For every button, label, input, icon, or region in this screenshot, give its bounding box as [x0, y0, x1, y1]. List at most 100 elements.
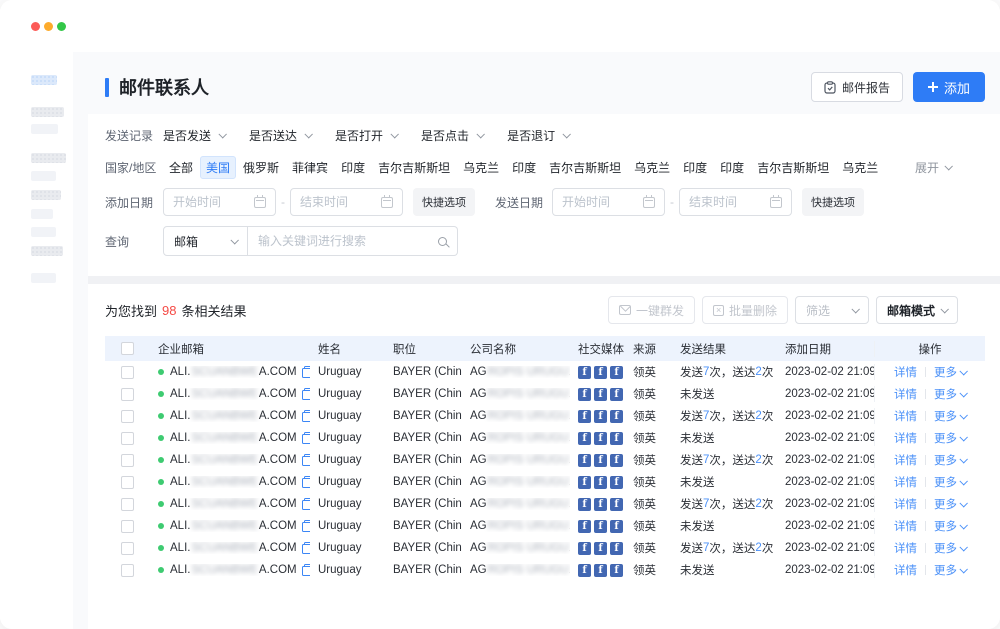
facebook-icon[interactable]: f: [594, 498, 607, 511]
send-date-end-input[interactable]: [689, 195, 764, 209]
region-chip[interactable]: 美国: [200, 156, 236, 179]
facebook-icon[interactable]: f: [578, 454, 591, 467]
more-link[interactable]: 更多: [934, 518, 966, 534]
detail-link[interactable]: 详情: [894, 562, 917, 578]
facebook-icon[interactable]: f: [578, 542, 591, 555]
region-chip[interactable]: 吉尔吉斯斯坦: [751, 156, 835, 179]
send-date-start-input[interactable]: [562, 195, 637, 209]
region-chip[interactable]: 菲律宾: [286, 156, 334, 179]
add-date-end-input[interactable]: [300, 195, 375, 209]
region-chip[interactable]: 印度: [335, 156, 371, 179]
facebook-icon[interactable]: f: [594, 410, 607, 423]
send-filter-dropdown[interactable]: 是否退订: [507, 127, 569, 144]
facebook-icon[interactable]: f: [610, 388, 623, 401]
facebook-icon[interactable]: f: [594, 432, 607, 445]
mail-report-button[interactable]: 邮件报告: [811, 72, 903, 102]
facebook-icon[interactable]: f: [578, 388, 591, 401]
send-filter-dropdown[interactable]: 是否发送: [163, 127, 225, 144]
more-link[interactable]: 更多: [934, 562, 966, 578]
bulk-delete-button[interactable]: × 批量删除: [702, 296, 788, 324]
facebook-icon[interactable]: f: [594, 564, 607, 577]
facebook-icon[interactable]: f: [578, 520, 591, 533]
search-icon[interactable]: [438, 237, 447, 246]
facebook-icon[interactable]: f: [610, 498, 623, 511]
row-checkbox[interactable]: [121, 432, 134, 445]
more-link[interactable]: 更多: [934, 364, 966, 380]
copy-email-icon[interactable]: [302, 388, 310, 400]
facebook-icon[interactable]: f: [594, 366, 607, 379]
detail-link[interactable]: 详情: [894, 540, 917, 556]
facebook-icon[interactable]: f: [578, 498, 591, 511]
detail-link[interactable]: 详情: [894, 496, 917, 512]
facebook-icon[interactable]: f: [610, 542, 623, 555]
facebook-icon[interactable]: f: [610, 520, 623, 533]
row-checkbox[interactable]: [121, 542, 134, 555]
select-all-checkbox[interactable]: [121, 342, 134, 355]
row-checkbox[interactable]: [121, 366, 134, 379]
row-checkbox[interactable]: [121, 388, 134, 401]
copy-email-icon[interactable]: [302, 498, 310, 510]
close-window-icon[interactable]: [31, 22, 40, 31]
facebook-icon[interactable]: f: [610, 476, 623, 489]
facebook-icon[interactable]: f: [578, 432, 591, 445]
facebook-icon[interactable]: f: [594, 388, 607, 401]
copy-email-icon[interactable]: [302, 542, 310, 554]
more-link[interactable]: 更多: [934, 408, 966, 424]
add-contact-button[interactable]: 添加: [913, 72, 985, 102]
send-filter-dropdown[interactable]: 是否点击: [421, 127, 483, 144]
row-checkbox[interactable]: [121, 476, 134, 489]
search-input[interactable]: [258, 234, 432, 248]
facebook-icon[interactable]: f: [594, 520, 607, 533]
send-date-quick-options-button[interactable]: 快捷选项: [802, 188, 864, 216]
more-link[interactable]: 更多: [934, 540, 966, 556]
copy-email-icon[interactable]: [302, 454, 310, 466]
copy-email-icon[interactable]: [302, 520, 310, 532]
add-date-start-field[interactable]: [163, 188, 276, 216]
detail-link[interactable]: 详情: [894, 474, 917, 490]
add-date-quick-options-button[interactable]: 快捷选项: [413, 188, 475, 216]
facebook-icon[interactable]: f: [594, 542, 607, 555]
query-type-select[interactable]: 邮箱: [163, 226, 248, 256]
facebook-icon[interactable]: f: [610, 432, 623, 445]
detail-link[interactable]: 详情: [894, 386, 917, 402]
facebook-icon[interactable]: f: [594, 476, 607, 489]
detail-link[interactable]: 详情: [894, 364, 917, 380]
region-chip[interactable]: 乌克兰: [836, 156, 884, 179]
region-chip[interactable]: 印度: [677, 156, 713, 179]
expand-regions-control[interactable]: 展开: [915, 159, 985, 176]
add-date-start-input[interactable]: [173, 195, 248, 209]
more-link[interactable]: 更多: [934, 386, 966, 402]
send-date-start-field[interactable]: [552, 188, 665, 216]
copy-email-icon[interactable]: [302, 410, 310, 422]
region-chip[interactable]: 乌克兰: [457, 156, 505, 179]
row-checkbox[interactable]: [121, 410, 134, 423]
send-filter-dropdown[interactable]: 是否送达: [249, 127, 311, 144]
region-chip[interactable]: 全部: [163, 156, 199, 179]
minimize-window-icon[interactable]: [44, 22, 53, 31]
copy-email-icon[interactable]: [302, 476, 310, 488]
facebook-icon[interactable]: f: [578, 564, 591, 577]
detail-link[interactable]: 详情: [894, 408, 917, 424]
send-filter-dropdown[interactable]: 是否打开: [335, 127, 397, 144]
more-link[interactable]: 更多: [934, 496, 966, 512]
more-link[interactable]: 更多: [934, 452, 966, 468]
facebook-icon[interactable]: f: [594, 454, 607, 467]
copy-email-icon[interactable]: [302, 366, 310, 378]
region-chip[interactable]: 乌克兰: [628, 156, 676, 179]
more-link[interactable]: 更多: [934, 430, 966, 446]
query-input-field[interactable]: [248, 226, 458, 256]
filter-select[interactable]: 筛选: [795, 296, 869, 324]
region-chip[interactable]: 印度: [714, 156, 750, 179]
facebook-icon[interactable]: f: [610, 454, 623, 467]
facebook-icon[interactable]: f: [610, 564, 623, 577]
detail-link[interactable]: 详情: [894, 430, 917, 446]
row-checkbox[interactable]: [121, 498, 134, 511]
add-date-end-field[interactable]: [290, 188, 403, 216]
row-checkbox[interactable]: [121, 520, 134, 533]
facebook-icon[interactable]: f: [578, 476, 591, 489]
detail-link[interactable]: 详情: [894, 452, 917, 468]
copy-email-icon[interactable]: [302, 564, 310, 576]
bulk-send-button[interactable]: 一键群发: [608, 296, 695, 324]
send-date-end-field[interactable]: [679, 188, 792, 216]
more-link[interactable]: 更多: [934, 474, 966, 490]
